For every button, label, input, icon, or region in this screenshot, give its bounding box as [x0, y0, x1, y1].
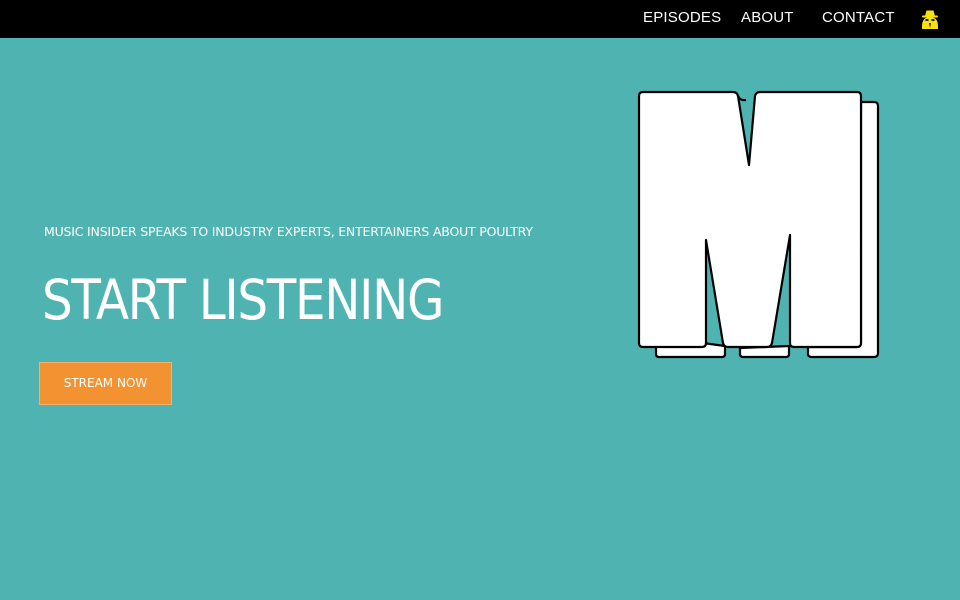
hero-tagline: MUSIC INSIDER SPEAKS TO INDUSTRY EXPERTS… — [44, 224, 533, 239]
m-letter-logo — [636, 88, 882, 362]
nav-episodes[interactable]: EPISODES — [643, 0, 721, 38]
stream-now-button[interactable]: STREAM NOW — [39, 362, 172, 405]
hero-headline: START LISTENING — [42, 268, 445, 332]
spy-avatar-icon[interactable] — [919, 8, 941, 30]
top-nav-bar: EPISODES ABOUT CONTACT — [0, 0, 960, 38]
nav-about[interactable]: ABOUT — [741, 0, 794, 38]
nav-contact[interactable]: CONTACT — [822, 0, 895, 38]
